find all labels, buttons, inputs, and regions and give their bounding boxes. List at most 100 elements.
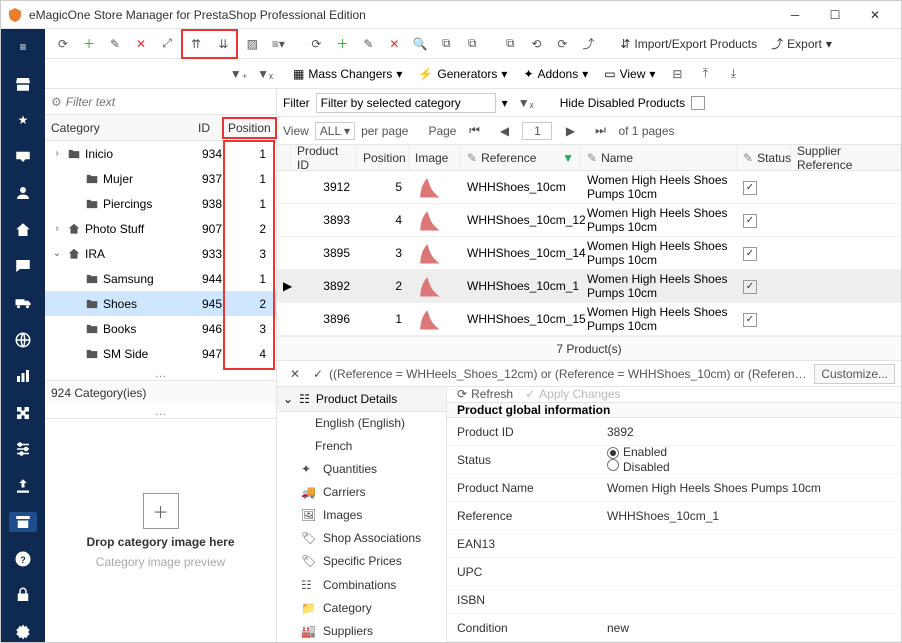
archive-icon[interactable] — [9, 512, 37, 533]
col-button-2[interactable]: ⤒ — [693, 62, 717, 86]
header-status[interactable]: ✎Status — [737, 145, 791, 170]
store-icon[interactable] — [9, 74, 37, 95]
mass-changers-dropdown[interactable]: ▦ Mass Changers ▾ — [287, 67, 408, 81]
product-grid-row[interactable]: 39125WHHShoes_10cmWomen High Heels Shoes… — [277, 171, 901, 204]
apply-changes-button[interactable]: ✓ Apply Changes — [525, 387, 620, 401]
puzzle-icon[interactable] — [9, 402, 37, 423]
nav-category[interactable]: 📁Category — [277, 596, 446, 619]
filter-clear-icon[interactable]: ▼ₓ — [253, 62, 277, 86]
chat-icon[interactable] — [9, 256, 37, 277]
field-product-id: Product ID3892 — [447, 418, 901, 446]
next-page-button[interactable]: ▶ — [558, 119, 582, 143]
category-image-drop[interactable]: ＋ Drop category image here Category imag… — [45, 418, 276, 642]
lang-french[interactable]: French — [277, 435, 446, 458]
col-button-3[interactable]: ⤓ — [721, 62, 745, 86]
tool-button-1[interactable]: ⟲ — [524, 32, 548, 56]
help-icon[interactable]: ? — [9, 548, 37, 569]
star-icon[interactable]: ★ — [9, 110, 37, 131]
status-disabled-radio[interactable] — [607, 459, 619, 471]
truck-icon[interactable] — [9, 293, 37, 314]
inbox-icon[interactable] — [9, 147, 37, 168]
globe-icon[interactable] — [9, 329, 37, 350]
customize-filter-button[interactable]: Customize... — [814, 364, 895, 384]
product-grid-row[interactable]: 38961WHHShoes_10cm_15Women High Heels Sh… — [277, 303, 901, 336]
export-button[interactable]: ⤴Export▾ — [765, 32, 838, 56]
paste-button[interactable]: ⧉ — [460, 32, 484, 56]
view-all-select[interactable]: ALL ▾ — [315, 122, 355, 140]
tool-button-2[interactable]: ⟳ — [550, 32, 574, 56]
product-delete-button[interactable]: ✕ — [382, 32, 406, 56]
category-header-position[interactable]: Position — [216, 121, 276, 135]
lang-english[interactable]: English (English) — [277, 412, 446, 435]
gear-icon[interactable] — [9, 622, 37, 643]
nav-shop-assoc[interactable]: 🏷Shop Associations — [277, 527, 446, 550]
clone-button[interactable]: ⧉ — [498, 32, 522, 56]
col-button-1[interactable]: ⊟ — [665, 62, 689, 86]
product-grid-row[interactable]: ▶38922WHHShoes_10cm_1Women High Heels Sh… — [277, 270, 901, 303]
nav-carriers[interactable]: 🚚Carriers — [277, 481, 446, 504]
close-button[interactable]: ✕ — [855, 1, 895, 29]
nav-quantities[interactable]: ✦Quantities — [277, 458, 446, 481]
copy-button[interactable]: ⧉ — [434, 32, 458, 56]
generators-dropdown[interactable]: ⚡ Generators ▾ — [412, 67, 513, 81]
hide-disabled-checkbox[interactable] — [691, 96, 705, 110]
view-dropdown[interactable]: ▭ View ▾ — [598, 67, 661, 81]
header-supplier-ref[interactable]: Supplier Reference — [791, 145, 901, 170]
toggle-button-1[interactable]: ▨ — [240, 32, 264, 56]
header-reference[interactable]: ✎Reference▼ — [461, 145, 581, 170]
delete-button[interactable]: ✕ — [129, 32, 153, 56]
filter-close-icon[interactable]: ✕ — [283, 362, 307, 386]
home-icon[interactable] — [9, 220, 37, 241]
header-product-id[interactable]: Product ID — [291, 145, 357, 170]
status-enabled-radio[interactable] — [607, 447, 619, 459]
category-toolbar: ⟳ ＋ ✎ ✕ ⤢ ⇈ ⇊ ▨ ≡▾ ⟳ ＋ ✎ ✕ 🔍 ⧉ ⧉ ⧉ ⟲ ⟳ ⤴ — [45, 29, 901, 59]
move-up-button[interactable]: ⇈ — [184, 32, 208, 56]
product-grid-row[interactable]: 38934WHHShoes_10cm_12Women High Heels Sh… — [277, 204, 901, 237]
detail-nav-header[interactable]: ⌄ ☷ Product Details — [277, 387, 446, 412]
category-filter-input[interactable] — [66, 95, 270, 109]
page-number-input[interactable]: 1 — [522, 122, 552, 140]
addons-dropdown[interactable]: ✦ Addons ▾ — [517, 67, 594, 81]
app-sidebar: ≡ ★ ? — [1, 29, 45, 642]
product-add-button[interactable]: ＋ — [330, 32, 354, 56]
move-down-button[interactable]: ⇊ — [211, 32, 235, 56]
menu-icon[interactable]: ≡ — [9, 37, 37, 58]
header-image[interactable]: Image — [409, 145, 461, 170]
gear-small-icon[interactable]: ⚙ — [51, 95, 62, 109]
refresh-detail-button[interactable]: ⟳ Refresh — [457, 387, 513, 401]
import-export-button[interactable]: ⇵Import/Export Products — [614, 32, 763, 56]
header-position[interactable]: Position — [357, 145, 409, 170]
product-grid-row[interactable]: 38953WHHShoes_10cm_14Women High Heels Sh… — [277, 237, 901, 270]
expand-button[interactable]: ⤢ — [155, 32, 179, 56]
sliders-icon[interactable] — [9, 439, 37, 460]
maximize-button[interactable]: ☐ — [815, 1, 855, 29]
filter-button[interactable]: ≡▾ — [266, 32, 290, 56]
filter-active-checkbox[interactable]: ✓ — [313, 367, 323, 381]
nav-images[interactable]: 🖼Images — [277, 504, 446, 527]
filter-dropdown[interactable] — [316, 93, 496, 113]
edit-button[interactable]: ✎ — [103, 32, 127, 56]
category-header-id[interactable]: ID — [176, 121, 216, 135]
chart-icon[interactable] — [9, 366, 37, 387]
filter-clear-button[interactable]: ▼ₓ — [514, 91, 538, 115]
nav-specific-prices[interactable]: 🏷Specific Prices — [277, 550, 446, 573]
product-refresh-button[interactable]: ⟳ — [304, 32, 328, 56]
prev-page-button[interactable]: ◀ — [492, 119, 516, 143]
product-edit-button[interactable]: ✎ — [356, 32, 380, 56]
category-header-name[interactable]: Category — [45, 121, 176, 135]
refresh-button[interactable]: ⟳ — [51, 32, 75, 56]
user-icon[interactable] — [9, 183, 37, 204]
filter-funnel-icon[interactable]: ▼₊ — [227, 62, 251, 86]
search-button[interactable]: 🔍 — [408, 32, 432, 56]
last-page-button[interactable]: ⏭ — [588, 119, 612, 143]
header-name[interactable]: ✎Name — [581, 145, 737, 170]
first-page-button[interactable]: ⏮ — [462, 119, 486, 143]
lock-icon[interactable] — [9, 585, 37, 606]
category-split-handle[interactable]: … — [45, 404, 276, 418]
minimize-button[interactable]: ─ — [775, 1, 815, 29]
add-button[interactable]: ＋ — [77, 32, 101, 56]
tool-button-3[interactable]: ⤴ — [576, 32, 600, 56]
nav-suppliers[interactable]: 🏭Suppliers — [277, 619, 446, 642]
nav-combinations[interactable]: ☷Combinations — [277, 573, 446, 596]
upload-icon[interactable] — [9, 475, 37, 496]
